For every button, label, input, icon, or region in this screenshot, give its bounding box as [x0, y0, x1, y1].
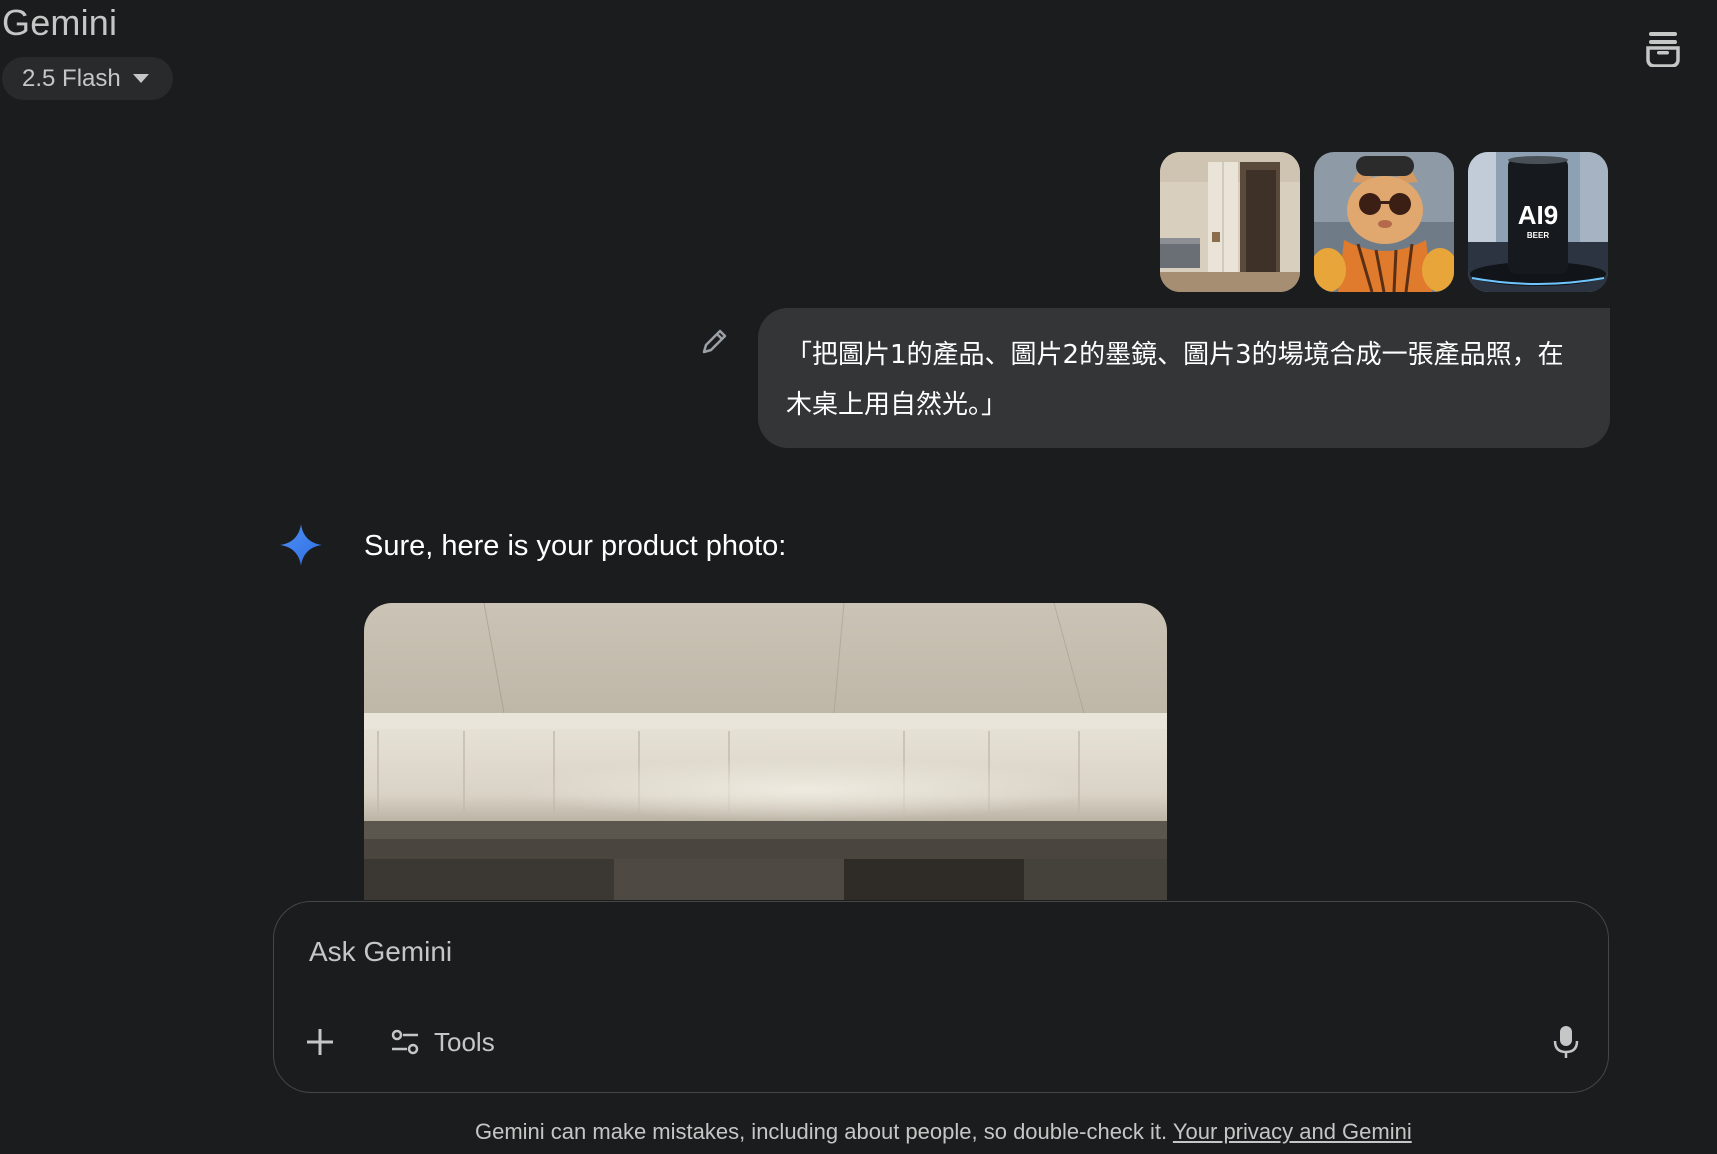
microphone-button[interactable]	[1546, 1020, 1586, 1064]
can-label-ai9: AI9	[1518, 200, 1558, 230]
can-label-beer: BEER	[1527, 231, 1549, 240]
tools-button[interactable]: Tools	[390, 1020, 495, 1064]
user-message-bubble: 「把圖片1的產品、圖片2的墨鏡、圖片3的場境合成一張產品照，在木桌上用自然光。」	[758, 308, 1610, 448]
prompt-input[interactable]	[309, 932, 1509, 972]
gemini-page: Gemini 2.5 Flash AI9 BEER 「把圖片1的產品、圖片2的墨…	[0, 0, 1717, 1154]
prompt-composer: Tools	[273, 901, 1609, 1093]
add-attachment-button[interactable]	[302, 1024, 338, 1060]
privacy-link[interactable]: Your privacy and Gemini	[1173, 1119, 1412, 1144]
model-picker-button[interactable]: 2.5 Flash	[2, 57, 173, 100]
edit-message-icon[interactable]	[700, 326, 730, 356]
footer-disclaimer: Gemini can make mistakes, including abou…	[475, 1119, 1412, 1145]
attachment-thumbnail-beer-can[interactable]: AI9 BEER	[1468, 152, 1608, 292]
generated-product-image[interactable]	[364, 603, 1167, 900]
app-title: Gemini	[2, 2, 118, 43]
microphone-icon	[1553, 1026, 1579, 1058]
plus-icon	[307, 1029, 333, 1055]
model-response-text: Sure, here is your product photo:	[364, 530, 787, 562]
tools-sliders-icon	[391, 1029, 419, 1055]
attachment-thumbnail-room[interactable]	[1160, 152, 1300, 292]
temporary-chat-icon[interactable]	[1646, 31, 1680, 68]
model-label: 2.5 Flash	[22, 64, 121, 92]
disclaimer-text: Gemini can make mistakes, including abou…	[475, 1119, 1168, 1144]
attachment-thumbnail-cat[interactable]	[1314, 152, 1454, 292]
gemini-sparkle-icon	[278, 522, 324, 568]
tools-label: Tools	[434, 1026, 495, 1057]
caret-down-icon	[132, 74, 149, 83]
